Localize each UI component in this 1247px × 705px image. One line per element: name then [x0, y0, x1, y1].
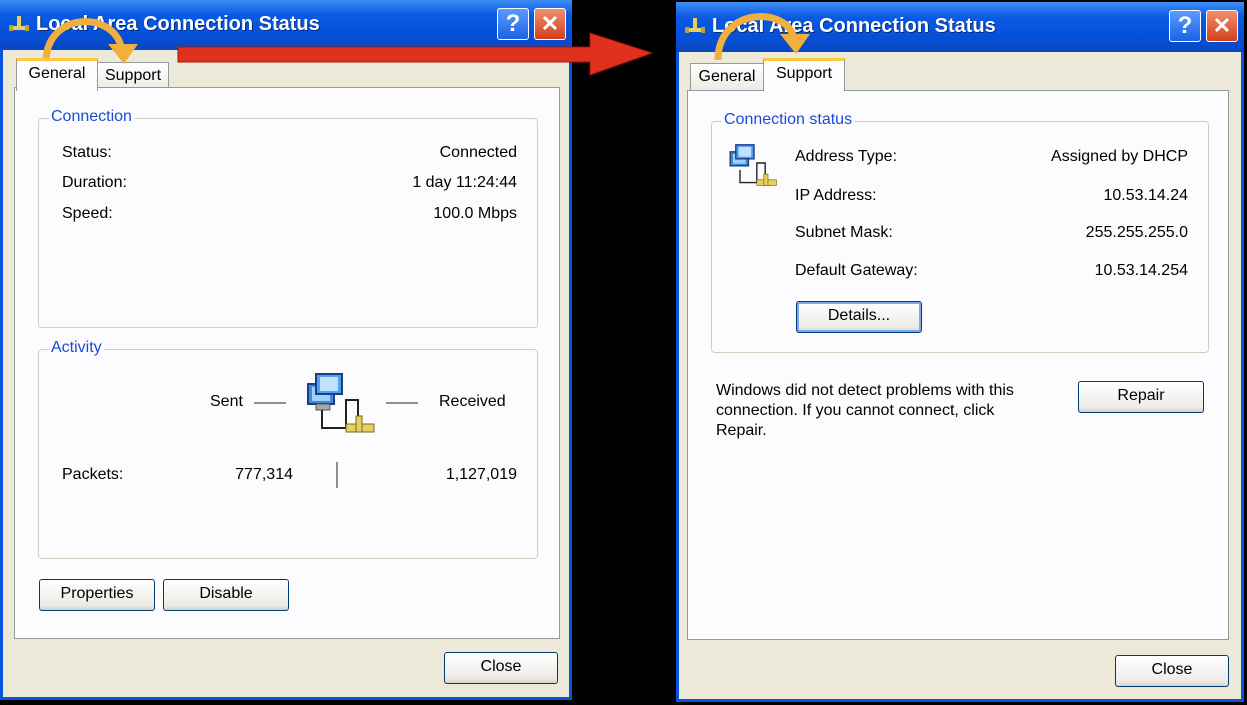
right-client: General Support Connection status Addres… — [679, 52, 1241, 699]
status-label: Status: — [62, 144, 112, 161]
speed-value: 100.0 Mbps — [433, 205, 517, 222]
tab-support[interactable]: Support — [763, 58, 845, 91]
disable-button[interactable]: Disable — [163, 579, 289, 611]
details-button[interactable]: Details... — [796, 301, 922, 333]
packets-divider — [336, 462, 338, 488]
window-title: Local Area Connection Status — [712, 15, 996, 37]
close-icon[interactable]: ✕ — [1206, 10, 1238, 42]
tab-general[interactable]: General — [16, 58, 98, 91]
default-gateway-label: Default Gateway: — [795, 262, 918, 279]
network-connection-icon — [9, 16, 29, 31]
computers-network-icon — [729, 144, 777, 186]
activity-group: Activity Sent Received Packets: 777,314 — [38, 339, 538, 559]
general-panel: Connection Status: Connected Duration: 1… — [14, 87, 560, 639]
computers-network-icon — [307, 373, 375, 433]
network-connection-icon — [685, 18, 705, 33]
repair-button[interactable]: Repair — [1078, 381, 1204, 413]
subnet-mask-value: 255.255.255.0 — [1085, 224, 1188, 241]
subnet-mask-label: Subnet Mask: — [795, 224, 893, 241]
packets-received-value: 1,127,019 — [445, 466, 517, 483]
properties-button[interactable]: Properties — [39, 579, 155, 611]
connection-group: Connection Status: Connected Duration: 1… — [38, 108, 538, 328]
sent-line — [254, 402, 286, 404]
close-button[interactable]: Close — [444, 652, 558, 684]
tab-general[interactable]: General — [690, 63, 764, 90]
window-title: Local Area Connection Status — [36, 13, 320, 35]
help-icon[interactable]: ? — [497, 8, 529, 40]
address-type-label: Address Type: — [795, 148, 897, 165]
left-client: General Support Connection Status: Conne… — [3, 50, 569, 697]
received-label: Received — [439, 393, 506, 410]
duration-value: 1 day 11:24:44 — [412, 174, 517, 191]
close-button[interactable]: Close — [1115, 655, 1229, 687]
ip-address-value: 10.53.14.24 — [1103, 187, 1188, 204]
right-window: Local Area Connection Status ? ✕ General… — [676, 2, 1244, 702]
address-type-value: Assigned by DHCP — [1051, 148, 1188, 165]
right-titlebar[interactable]: Local Area Connection Status ? ✕ — [676, 2, 1244, 52]
duration-label: Duration: — [62, 174, 127, 191]
speed-label: Speed: — [62, 205, 113, 222]
default-gateway-value: 10.53.14.254 — [1094, 262, 1188, 279]
ip-address-label: IP Address: — [795, 187, 877, 204]
packets-sent-value: 777,314 — [235, 466, 293, 483]
connection-status-group-title: Connection status — [722, 111, 855, 129]
connection-status-group: Connection status Address Type: Assigned… — [711, 111, 1209, 353]
status-message: Windows did not detect problems with thi… — [716, 382, 1014, 439]
status-value: Connected — [439, 144, 517, 161]
packets-label: Packets: — [62, 466, 124, 483]
received-line — [386, 402, 418, 404]
sent-label: Sent — [210, 393, 243, 410]
support-panel: Connection status Address Type: Assigned… — [687, 90, 1229, 640]
close-icon[interactable]: ✕ — [534, 8, 566, 40]
left-window: Local Area Connection Status ? ✕ General… — [0, 0, 572, 700]
connection-group-title: Connection — [49, 108, 134, 126]
activity-group-title: Activity — [49, 339, 104, 357]
left-titlebar[interactable]: Local Area Connection Status ? ✕ — [0, 0, 572, 50]
tab-support[interactable]: Support — [97, 62, 169, 89]
help-icon[interactable]: ? — [1169, 10, 1201, 42]
